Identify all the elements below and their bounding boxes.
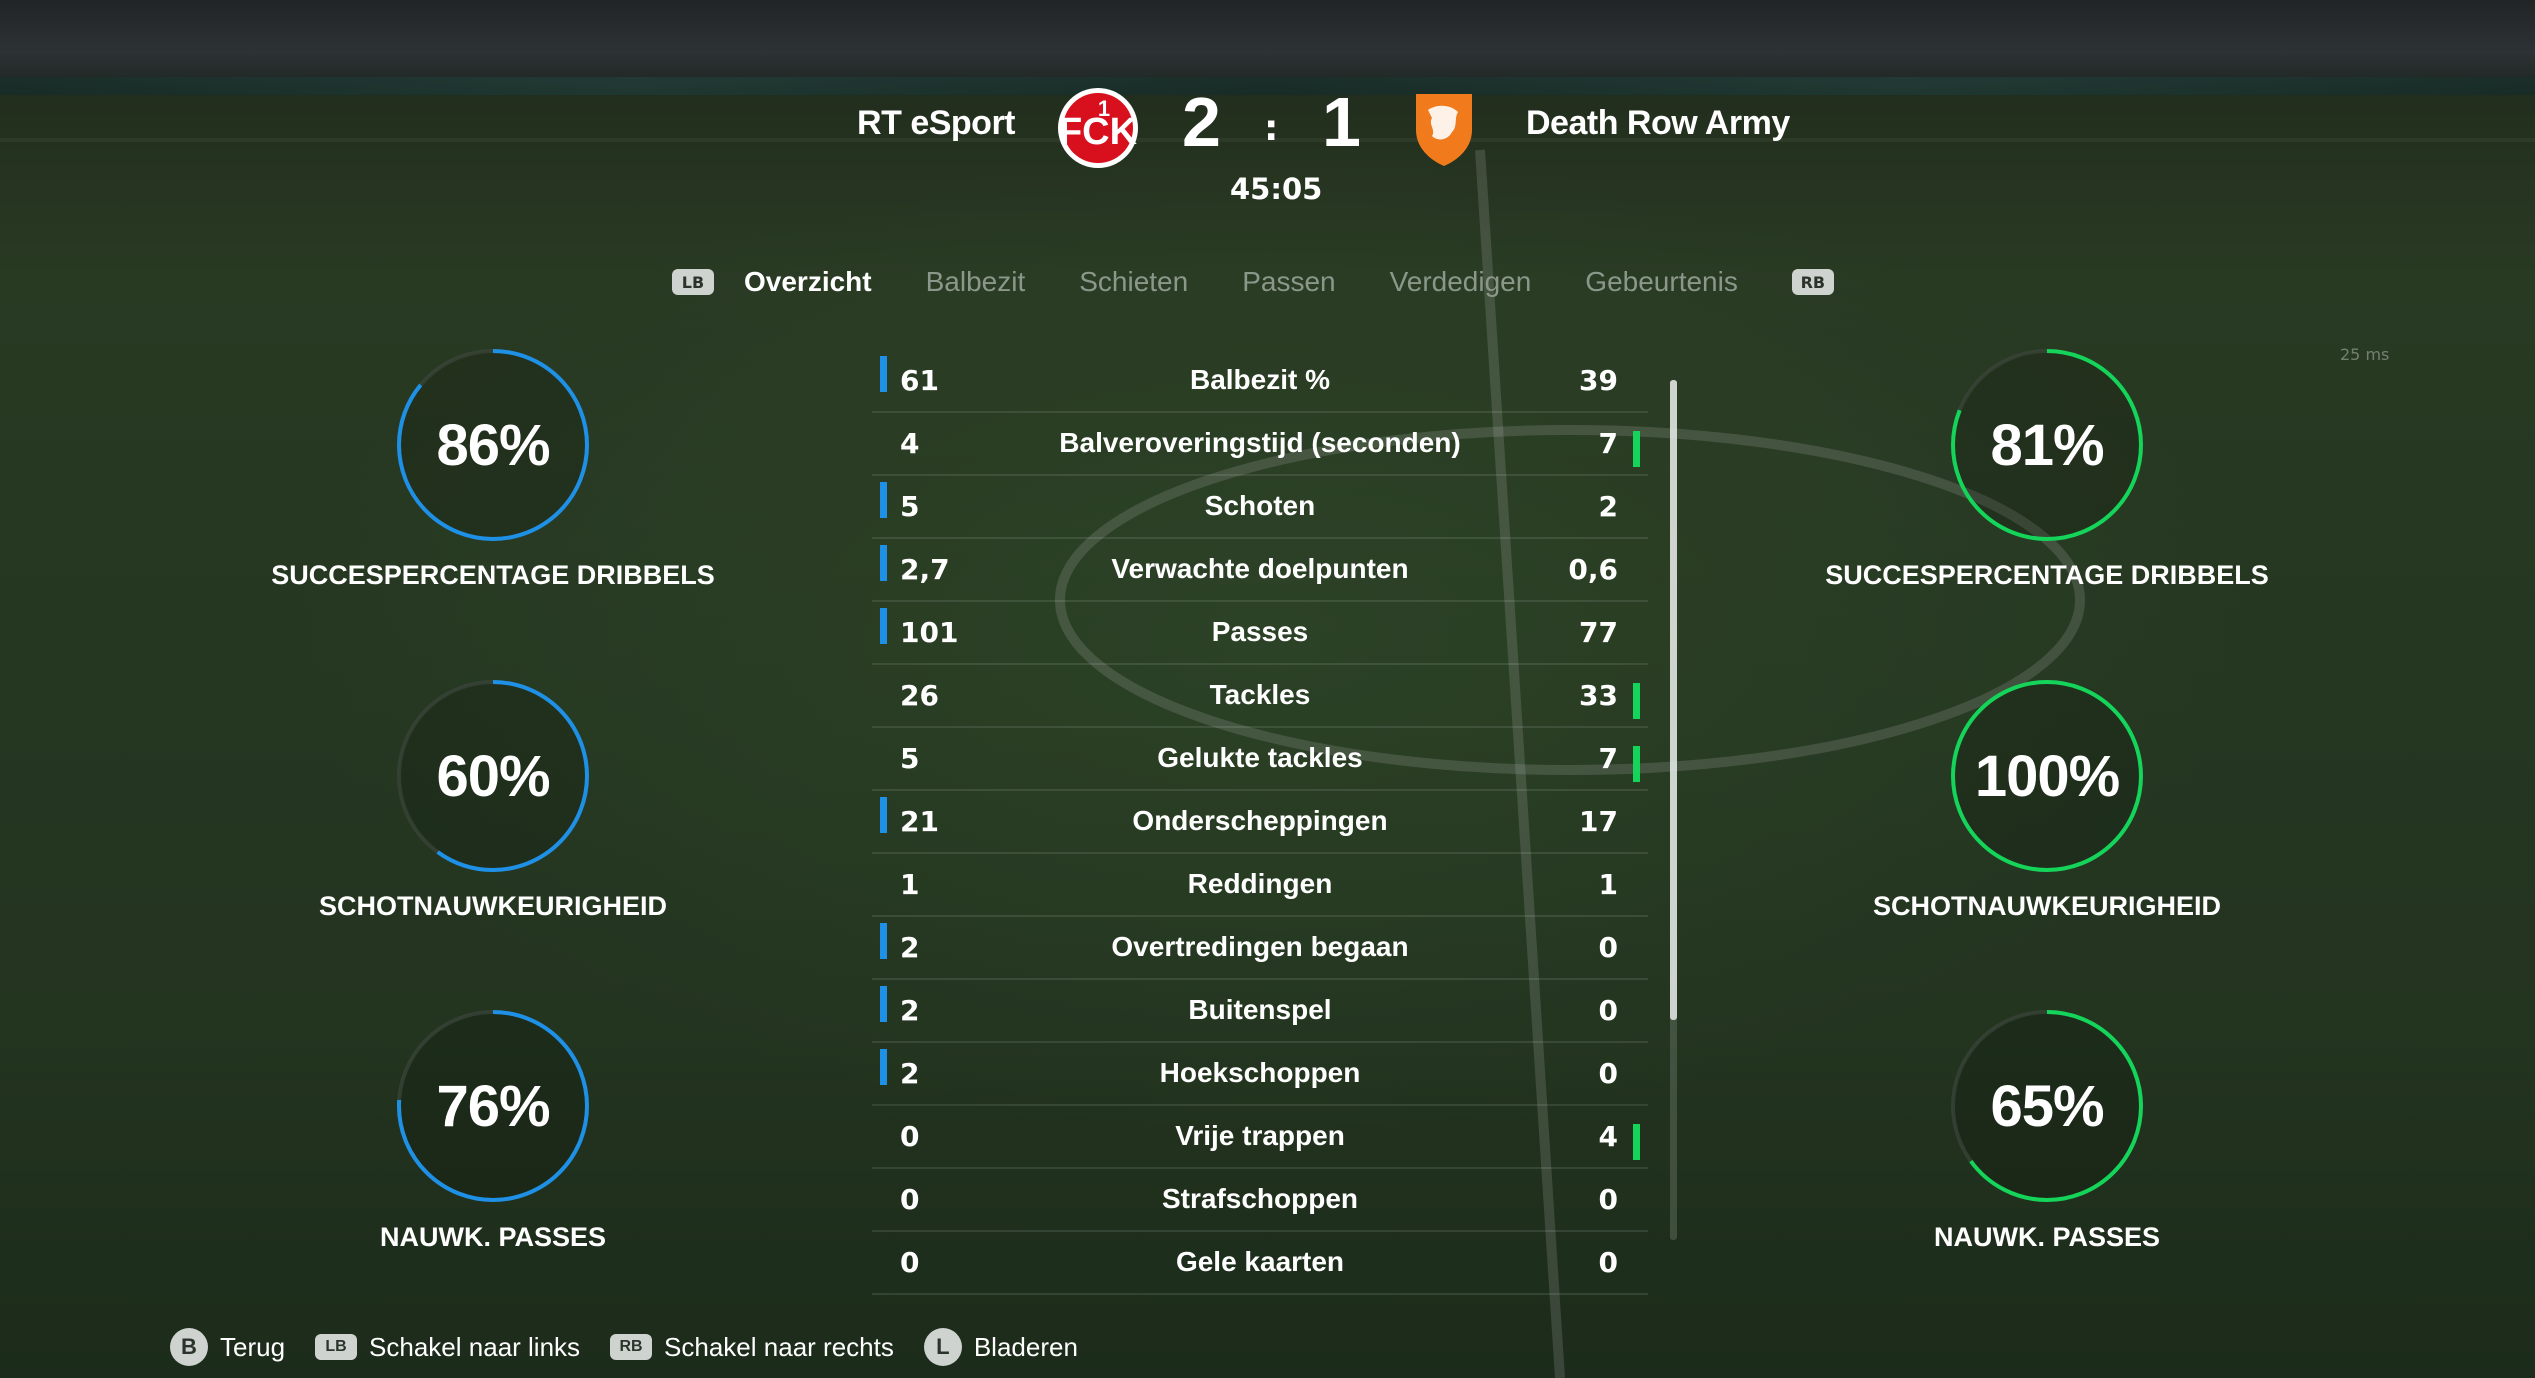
stat-name: Hoekschoppen: [1159, 1057, 1361, 1088]
stat-away-value: 39: [1579, 364, 1618, 397]
stat-row: 1 Reddingen 1: [872, 854, 1648, 917]
stat-away-value: 2: [1598, 490, 1618, 523]
away-team-name: Death Row Army: [1526, 104, 1790, 142]
rb-button-icon: RB: [610, 1334, 653, 1360]
gauge-label: SCHOTNAUWKEURIGHEID: [319, 891, 667, 921]
stat-name: Passes: [1211, 616, 1309, 647]
stat-away-value: 33: [1579, 679, 1618, 712]
stat-name: Onderscheppingen: [1132, 805, 1388, 836]
gauge-label: SUCCESPERCENTAGE DRIBBELS: [1825, 560, 2269, 590]
switch-left-label: Schakel naar links: [369, 1331, 581, 1362]
stat-name: Buitenspel: [1188, 994, 1332, 1025]
stat-row: 61 Balbezit % 39: [872, 350, 1648, 413]
away-gauge-1: 81%: [1947, 345, 2147, 545]
stat-away-value: 0,6: [1568, 553, 1618, 586]
gauge-value: 81%: [1990, 412, 2104, 478]
back-hint[interactable]: B Terug: [170, 1328, 285, 1366]
lb-button-icon: LB: [315, 1334, 358, 1360]
home-gauge-2: 60%: [393, 676, 593, 876]
switch-left-hint[interactable]: LB Schakel naar links: [315, 1332, 580, 1363]
stat-row: 4 Balveroveringstijd (seconden) 7: [872, 413, 1648, 476]
stat-away-value: 7: [1598, 427, 1618, 460]
gauge-value: 86%: [436, 412, 550, 478]
button-hints: B Terug LB Schakel naar links RB Schakel…: [170, 1328, 1108, 1366]
scroll-label: Bladeren: [973, 1331, 1078, 1362]
away-score: 1: [1322, 83, 1361, 161]
stat-row: 5 Gelukte tackles 7: [872, 728, 1648, 791]
stat-away-value: 0: [1598, 994, 1618, 1027]
match-clock: 45:05: [1230, 172, 1323, 206]
home-score: 2: [1182, 83, 1221, 161]
stat-away-value: 0: [1598, 1246, 1618, 1279]
switch-right-hint[interactable]: RB Schakel naar rechts: [610, 1332, 894, 1363]
stat-away-value: 77: [1579, 616, 1618, 649]
stat-name: Schoten: [1204, 490, 1316, 521]
left-stick-icon: L: [923, 1328, 962, 1366]
away-gauge-3: 65%: [1947, 1006, 2147, 1206]
stat-name: Gelukte tackles: [1157, 742, 1363, 773]
tab-verdedigen[interactable]: Verdedigen: [1390, 266, 1532, 298]
gauge-label: SCHOTNAUWKEURIGHEID: [1873, 891, 2221, 921]
away-crest-icon: [1416, 94, 1472, 166]
stat-name: Vrije trappen: [1175, 1120, 1345, 1151]
away-gauge-2: 100%: [1947, 676, 2147, 876]
lb-button-icon[interactable]: LB: [672, 269, 714, 295]
tab-balbezit[interactable]: Balbezit: [926, 266, 1026, 298]
stat-name: Balveroveringstijd (seconden): [1059, 427, 1461, 458]
gauge-label: NAUWK. PASSES: [379, 1222, 607, 1252]
home-gauge-1: 86%: [393, 345, 593, 545]
gauge-label: SUCCESPERCENTAGE DRIBBELS: [271, 560, 715, 590]
stat-name: Balbezit %: [1189, 364, 1331, 395]
stat-row: 2 Overtredingen begaan 0: [872, 917, 1648, 980]
home-gauge-3: 76%: [393, 1006, 593, 1206]
svg-text:1: 1: [1098, 96, 1110, 121]
stat-row: 26 Tackles 33: [872, 665, 1648, 728]
stat-name: Gele kaarten: [1175, 1246, 1345, 1277]
tab-schieten[interactable]: Schieten: [1079, 266, 1188, 298]
stat-away-value: 0: [1598, 1057, 1618, 1090]
stat-row: 2 Buitenspel 0: [872, 980, 1648, 1043]
scroll-hint[interactable]: L Bladeren: [923, 1328, 1078, 1366]
stats-table: 61 Balbezit % 39 4 Balveroveringstijd (secon…: [872, 350, 1648, 1295]
scrollbar-thumb[interactable]: [1670, 380, 1677, 1020]
stat-row: 5 Schoten 2: [872, 476, 1648, 539]
stat-name: Overtredingen begaan: [1111, 931, 1409, 962]
stat-row: 2,7 Verwachte doelpunten 0,6: [872, 539, 1648, 602]
latency-indicator: 25 ms: [2340, 345, 2390, 364]
gauge-value: 60%: [436, 743, 550, 809]
stat-name: Reddingen: [1187, 868, 1333, 899]
gauge-label: NAUWK. PASSES: [1933, 1222, 2161, 1252]
stats-tabs: LB Overzicht Balbezit Schieten Passen Ve…: [672, 262, 1834, 302]
back-label: Terug: [220, 1331, 286, 1362]
stat-row: 21 Onderscheppingen 17: [872, 791, 1648, 854]
tab-gebeurtenis[interactable]: Gebeurtenis: [1585, 266, 1738, 298]
gauge-value: 65%: [1990, 1073, 2104, 1139]
stat-name: Tackles: [1209, 679, 1311, 710]
gauge-value: 76%: [436, 1073, 550, 1139]
tab-passen[interactable]: Passen: [1242, 266, 1335, 298]
stat-name: Verwachte doelpunten: [1111, 553, 1409, 584]
stat-away-value: 17: [1579, 805, 1618, 838]
stat-away-value: 0: [1598, 931, 1618, 964]
stat-row: 2 Hoekschoppen 0: [872, 1043, 1648, 1106]
gauge-value: 100%: [1974, 743, 2120, 809]
switch-right-label: Schakel naar rechts: [664, 1331, 894, 1362]
stat-name: Strafschoppen: [1161, 1183, 1359, 1214]
tab-overzicht[interactable]: Overzicht: [744, 266, 872, 298]
stat-row: 0 Vrije trappen 4: [872, 1106, 1648, 1169]
stat-away-value: 1: [1598, 868, 1618, 901]
stat-row: 101 Passes 77: [872, 602, 1648, 665]
home-crest-icon: FCK 1: [1058, 88, 1138, 168]
stat-away-value: 7: [1598, 742, 1618, 775]
rb-button-icon[interactable]: RB: [1791, 269, 1834, 295]
stat-away-value: 4: [1598, 1120, 1618, 1153]
b-button-icon: B: [170, 1328, 208, 1366]
stat-row: 0 Gele kaarten 0: [872, 1232, 1648, 1295]
stat-away-value: 0: [1598, 1183, 1618, 1216]
stat-row: 0 Strafschoppen 0: [872, 1169, 1648, 1232]
home-team-name: RT eSport: [857, 104, 1015, 142]
score-separator: :: [1264, 108, 1279, 149]
